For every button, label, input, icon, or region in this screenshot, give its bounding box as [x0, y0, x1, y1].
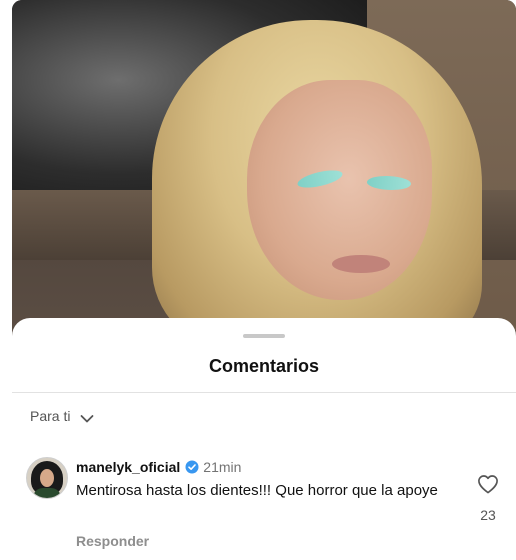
- comment-item: manelyk_oficial 21min Mentirosa hasta lo…: [26, 457, 500, 557]
- avatar-face: [40, 469, 54, 487]
- sort-dropdown[interactable]: Para ti: [30, 408, 94, 424]
- avatar[interactable]: [26, 457, 68, 499]
- comments-sheet: Comentarios Para ti manelyk_oficial 21mi…: [12, 318, 516, 560]
- comment-username[interactable]: manelyk_oficial: [76, 459, 180, 475]
- like-count: 23: [480, 507, 496, 523]
- verified-badge-icon: [185, 460, 199, 474]
- sort-label: Para ti: [30, 408, 71, 424]
- video-preview[interactable]: [12, 0, 516, 345]
- divider: [12, 392, 516, 393]
- drag-handle[interactable]: [243, 334, 285, 338]
- comment-text: Mentirosa hasta los dientes!!! Que horro…: [76, 482, 438, 499]
- chevron-down-icon: [80, 411, 94, 423]
- comment-meta: manelyk_oficial 21min: [76, 459, 241, 475]
- sheet-title: Comentarios: [208, 356, 320, 376]
- comment-time: 21min: [203, 459, 242, 475]
- avatar-body: [33, 488, 61, 498]
- reply-button[interactable]: Responder: [76, 533, 149, 549]
- heart-icon[interactable]: [476, 474, 500, 499]
- person-lips: [332, 255, 390, 273]
